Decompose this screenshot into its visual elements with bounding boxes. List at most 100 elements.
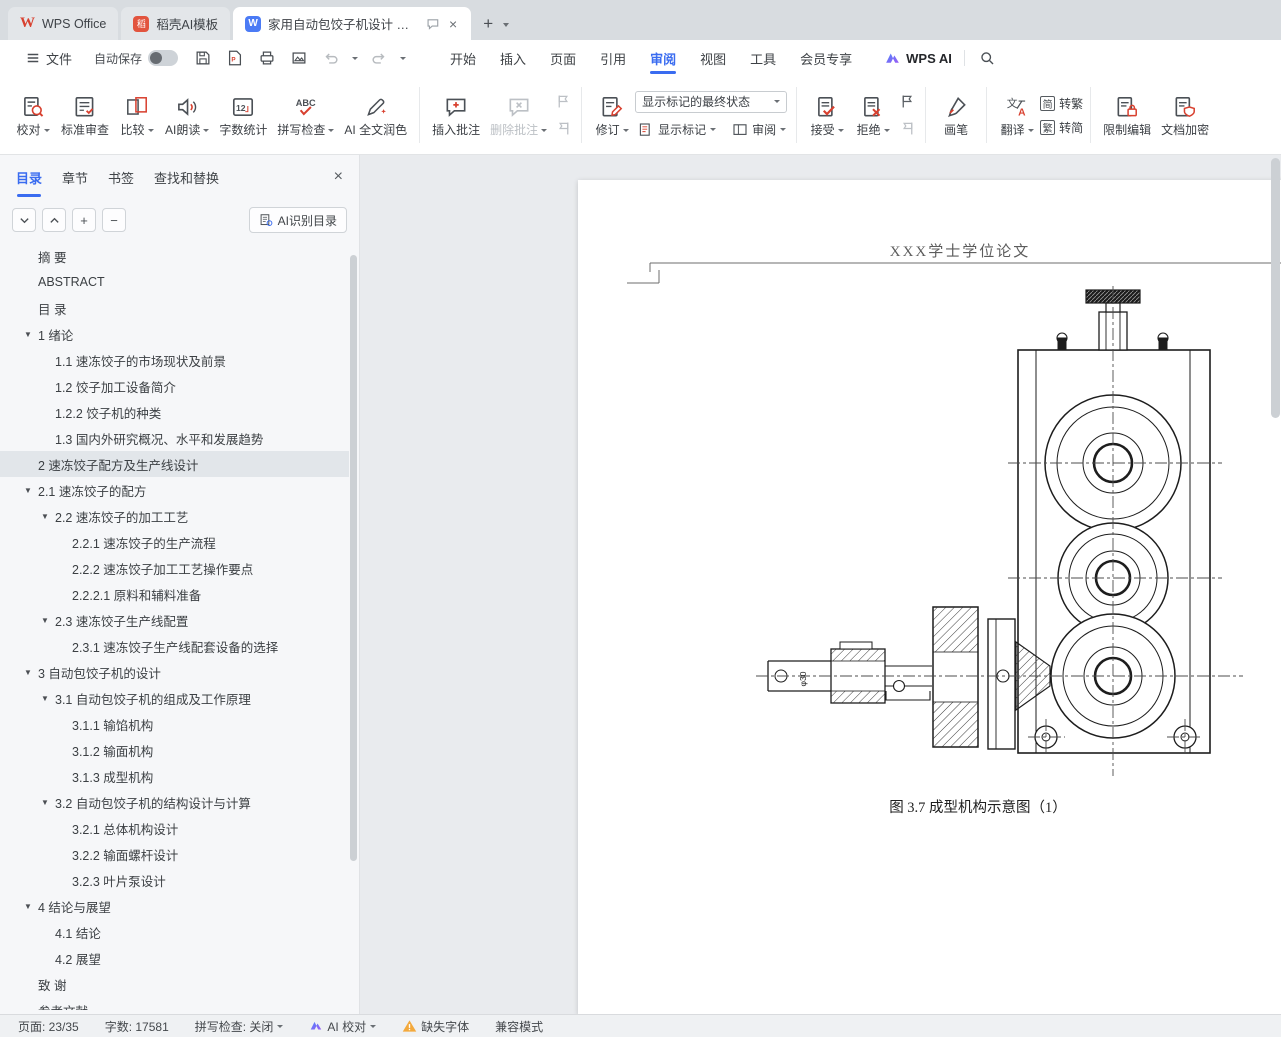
- expand-arrow-icon[interactable]: ▼: [41, 512, 49, 521]
- search-button[interactable]: [977, 47, 999, 69]
- outline-item[interactable]: ▼3.1 自动包饺子机的组成及工作原理: [0, 685, 349, 711]
- menu-item[interactable]: 工具: [740, 43, 786, 74]
- tab-contents[interactable]: 目录: [16, 164, 42, 191]
- spell-check-button[interactable]: ABC 拼写检查: [272, 82, 339, 148]
- outline-item[interactable]: 3.1.3 成型机构: [0, 763, 349, 789]
- ai-read-aloud-button[interactable]: AI朗读: [160, 82, 214, 148]
- export-image-button[interactable]: [288, 47, 310, 69]
- delete-comment-button[interactable]: 删除批注: [485, 82, 552, 148]
- missing-font-warning[interactable]: 缺失字体: [402, 1018, 469, 1035]
- save-button[interactable]: [192, 47, 214, 69]
- zoom-out-outline-button[interactable]: −: [102, 208, 126, 232]
- export-pdf-button[interactable]: P: [224, 47, 246, 69]
- tab-document[interactable]: W 家用自动包饺子机设计 设计 ×: [233, 7, 471, 40]
- outline-item[interactable]: ▼3 自动包饺子机的设计: [0, 659, 349, 685]
- ai-polish-button[interactable]: AI 全文润色: [339, 82, 412, 148]
- outline-item[interactable]: ▼1 绪论: [0, 321, 349, 347]
- redo-chevron-icon[interactable]: [400, 57, 406, 60]
- outline-item[interactable]: 3.1.2 输面机构: [0, 737, 349, 763]
- outline-item[interactable]: 1.2 饺子加工设备简介: [0, 373, 349, 399]
- expand-all-button[interactable]: [12, 208, 36, 232]
- outline-item[interactable]: 2.2.2.1 原料和辅料准备: [0, 581, 349, 607]
- outline-item[interactable]: 3.2.2 输面螺杆设计: [0, 841, 349, 867]
- outline-item[interactable]: 目 录: [0, 295, 349, 321]
- outline-item[interactable]: ▼2.3 速冻饺子生产线配置: [0, 607, 349, 633]
- menu-item[interactable]: 插入: [490, 43, 536, 74]
- tab-bookmarks[interactable]: 书签: [108, 164, 134, 191]
- spellcheck-status[interactable]: 拼写检查: 关闭: [195, 1018, 284, 1035]
- review-pane-button[interactable]: 审阅: [729, 120, 789, 140]
- new-tab-button[interactable]: +: [471, 14, 501, 40]
- encrypt-document-button[interactable]: 文档加密: [1156, 82, 1214, 148]
- outline-item[interactable]: 2.2.2 速冻饺子加工工艺操作要点: [0, 555, 349, 581]
- wps-ai-button[interactable]: WPS AI: [884, 50, 952, 67]
- next-comment-button[interactable]: [552, 119, 574, 139]
- reject-revision-button[interactable]: 拒绝: [850, 82, 896, 148]
- expand-arrow-icon[interactable]: ▼: [24, 668, 32, 677]
- print-button[interactable]: [256, 47, 278, 69]
- previous-comment-button[interactable]: [552, 92, 574, 112]
- redo-button[interactable]: [368, 47, 390, 69]
- outline-item[interactable]: 2.3.1 速冻饺子生产线配套设备的选择: [0, 633, 349, 659]
- proofread-button[interactable]: 校对: [10, 82, 56, 148]
- outline-item[interactable]: 2.2.1 速冻饺子的生产流程: [0, 529, 349, 555]
- menu-item[interactable]: 开始: [440, 43, 486, 74]
- outline-item[interactable]: 3.1.1 输馅机构: [0, 711, 349, 737]
- show-markup-button[interactable]: 显示标记: [635, 120, 719, 140]
- accept-revision-button[interactable]: 接受: [804, 82, 850, 148]
- outline-item[interactable]: ▼2.1 速冻饺子的配方: [0, 477, 349, 503]
- collapse-all-button[interactable]: [42, 208, 66, 232]
- markup-state-combobox[interactable]: 显示标记的最终状态: [635, 91, 787, 113]
- expand-arrow-icon[interactable]: ▼: [41, 616, 49, 625]
- menu-item[interactable]: 引用: [590, 43, 636, 74]
- outline-item[interactable]: 1.2.2 饺子机的种类: [0, 399, 349, 425]
- word-count-button[interactable]: 12」 字数统计: [214, 82, 272, 148]
- tab-list-chevron-icon[interactable]: [501, 14, 515, 40]
- undo-button[interactable]: [320, 47, 342, 69]
- page-indicator[interactable]: 页面: 23/35: [18, 1018, 79, 1035]
- brush-button[interactable]: 画笔: [933, 82, 979, 148]
- close-panel-icon[interactable]: ×: [334, 168, 343, 186]
- restrict-editing-button[interactable]: 限制编辑: [1098, 82, 1156, 148]
- tab-wps-home[interactable]: W WPS Office: [8, 7, 118, 40]
- next-revision-button[interactable]: [896, 119, 918, 139]
- menu-item[interactable]: 审阅: [640, 43, 686, 74]
- traditional-to-simplified-button[interactable]: 繁 转简: [1040, 119, 1083, 136]
- scrollbar-thumb[interactable]: [350, 255, 357, 861]
- outline-item[interactable]: ▼3.2 自动包饺子机的结构设计与计算: [0, 789, 349, 815]
- expand-arrow-icon[interactable]: ▼: [24, 902, 32, 911]
- compare-button[interactable]: 比较: [114, 82, 160, 148]
- menu-item[interactable]: 视图: [690, 43, 736, 74]
- simplified-to-traditional-button[interactable]: 简 转繁: [1040, 95, 1083, 112]
- close-tab-icon[interactable]: ×: [447, 16, 459, 32]
- file-menu-button[interactable]: 文件: [18, 45, 80, 72]
- word-count-indicator[interactable]: 字数: 17581: [105, 1018, 169, 1035]
- track-changes-button[interactable]: 修订: [589, 82, 635, 148]
- compatibility-mode-indicator[interactable]: 兼容模式: [495, 1018, 543, 1035]
- outline-item[interactable]: 参考文献: [0, 997, 349, 1010]
- previous-revision-button[interactable]: [896, 92, 918, 112]
- expand-arrow-icon[interactable]: ▼: [41, 798, 49, 807]
- menu-item[interactable]: 会员专享: [790, 43, 862, 74]
- outline-item[interactable]: ▼2.2 速冻饺子的加工工艺: [0, 503, 349, 529]
- ai-recognize-toc-button[interactable]: AI识别目录: [249, 207, 347, 233]
- sidebar-scrollbar[interactable]: [350, 247, 357, 1004]
- undo-chevron-icon[interactable]: [352, 57, 358, 60]
- autosave-toggle[interactable]: [148, 50, 178, 66]
- outline-item[interactable]: 2 速冻饺子配方及生产线设计: [0, 451, 349, 477]
- outline-item[interactable]: 致 谢: [0, 971, 349, 997]
- outline-item[interactable]: 摘 要: [0, 243, 349, 269]
- zoom-in-outline-button[interactable]: +: [72, 208, 96, 232]
- expand-arrow-icon[interactable]: ▼: [41, 694, 49, 703]
- outline-item[interactable]: 1.3 国内外研究概况、水平和发展趋势: [0, 425, 349, 451]
- outline-item[interactable]: 3.2.3 叶片泵设计: [0, 867, 349, 893]
- menu-item[interactable]: 页面: [540, 43, 586, 74]
- outline-item[interactable]: ABSTRACT: [0, 269, 349, 295]
- outline-item[interactable]: 3.2.1 总体机构设计: [0, 815, 349, 841]
- tab-find-replace[interactable]: 查找和替换: [154, 164, 219, 191]
- insert-comment-button[interactable]: 插入批注: [427, 82, 485, 148]
- outline-item[interactable]: 4.1 结论: [0, 919, 349, 945]
- standard-review-button[interactable]: 标准审查: [56, 82, 114, 148]
- document-page[interactable]: φ30 XXX学士学位论文 图 3.7 成型机构示意图（1）: [578, 180, 1281, 1014]
- document-scrollbar-thumb[interactable]: [1271, 158, 1280, 418]
